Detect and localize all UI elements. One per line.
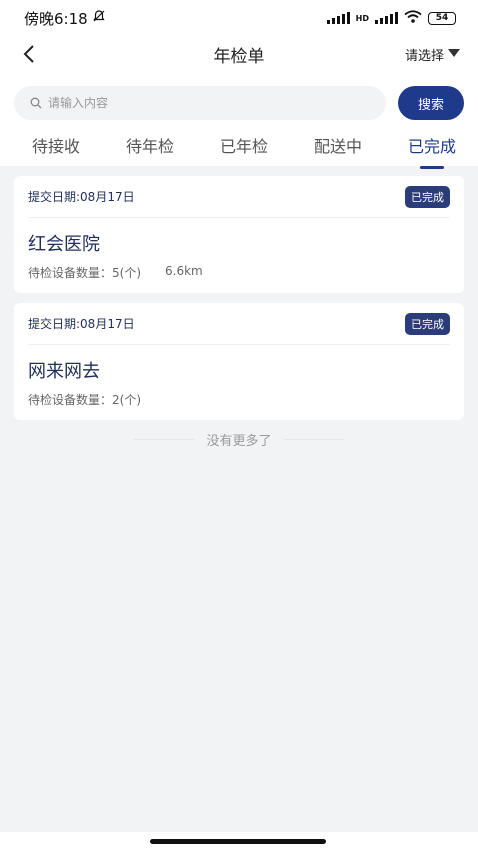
back-arrow-icon[interactable]	[18, 42, 42, 66]
home-indicator[interactable]	[150, 839, 326, 844]
order-meta: 待检设备数量：2(个)	[28, 391, 450, 408]
order-date: 提交日期:08月17日	[28, 190, 135, 204]
status-tabs: 待接收 待年检 已年检 配送中 已完成	[0, 124, 478, 166]
status-badge: 已完成	[405, 312, 450, 335]
status-bar: 傍晚6:18 HD 54	[0, 0, 478, 36]
order-name: 网来网去	[28, 361, 100, 382]
status-left: 傍晚6:18	[24, 8, 106, 29]
nav-bar: 年检单 请选择	[0, 36, 478, 72]
signal-icon	[375, 12, 398, 24]
tab-completed[interactable]: 已完成	[408, 129, 456, 161]
status-time: 傍晚6:18	[24, 9, 88, 28]
no-more-indicator: 没有更多了	[14, 430, 464, 449]
tab-inspected[interactable]: 已年检	[220, 129, 268, 161]
search-row: 搜索	[0, 86, 478, 120]
page-title: 年检单	[213, 46, 265, 67]
battery-icon: 54	[428, 11, 456, 25]
top-area: 傍晚6:18 HD 54 年检单 请选择 请输入内容 搜索 待接收 待年检 已年…	[0, 0, 478, 166]
divider	[134, 439, 195, 440]
caret-down-icon	[448, 47, 460, 62]
divider	[283, 439, 344, 440]
status-badge: 已完成	[405, 185, 450, 208]
bell-off-icon	[92, 9, 106, 27]
device-count: 待检设备数量：5(个)	[28, 266, 141, 280]
tab-pending-receipt[interactable]: 待接收	[32, 129, 80, 161]
search-button[interactable]: 搜索	[398, 86, 464, 120]
order-meta: 待检设备数量：5(个) 6.6km	[28, 264, 450, 281]
order-name: 红会医院	[28, 234, 100, 255]
search-icon	[30, 94, 42, 113]
device-count: 待检设备数量：2(个)	[28, 393, 141, 407]
no-more-text: 没有更多了	[206, 434, 272, 449]
order-list: 提交日期:08月17日 已完成 红会医院 待检设备数量：5(个) 6.6km 提…	[0, 166, 478, 449]
signal-icon	[326, 12, 350, 24]
distance: 6.6km	[165, 264, 203, 278]
filter-select-label: 请选择	[404, 49, 444, 64]
network-label: HD	[355, 13, 369, 23]
filter-select-button[interactable]: 请选择	[405, 45, 460, 64]
battery-level: 54	[435, 13, 449, 23]
tab-pending-inspection[interactable]: 待年检	[126, 129, 174, 161]
order-card[interactable]: 提交日期:08月17日 已完成 网来网去 待检设备数量：2(个)	[14, 303, 464, 420]
search-box[interactable]	[14, 86, 386, 120]
order-card-header: 提交日期:08月17日 已完成	[28, 303, 450, 345]
order-card[interactable]: 提交日期:08月17日 已完成 红会医院 待检设备数量：5(个) 6.6km	[14, 176, 464, 293]
search-input[interactable]	[48, 96, 386, 110]
status-right: HD 54	[326, 9, 456, 27]
order-date: 提交日期:08月17日	[28, 317, 135, 331]
wifi-icon	[404, 9, 422, 27]
tab-delivering[interactable]: 配送中	[314, 129, 362, 161]
order-card-header: 提交日期:08月17日 已完成	[28, 176, 450, 218]
